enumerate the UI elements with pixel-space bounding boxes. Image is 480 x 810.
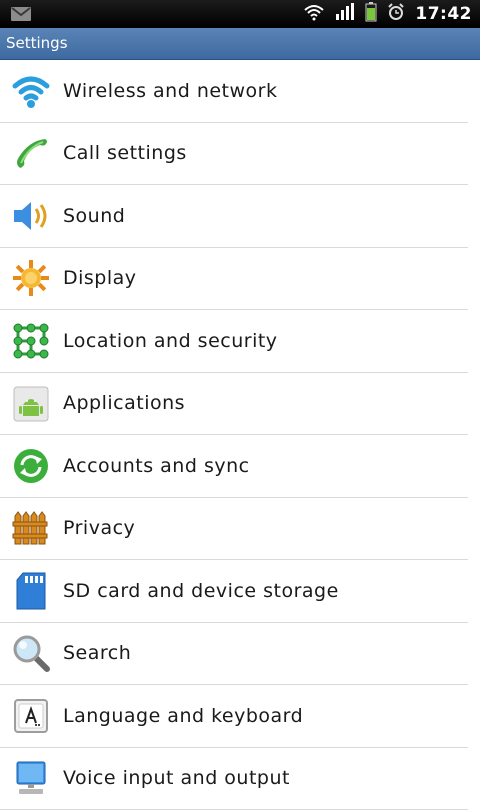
magnifier-icon [10,632,52,674]
settings-item-sound[interactable]: Sound [0,185,468,248]
settings-item-voice-input-and-output[interactable]: Voice input and output [0,748,468,810]
settings-item-location-and-security[interactable]: Location and security [0,310,468,373]
settings-item-privacy[interactable]: Privacy [0,498,468,561]
sd-card-icon [10,570,52,612]
scroll-track [468,60,480,800]
settings-item-label: Applications [63,392,185,414]
settings-list: Wireless and network Call settings Sound [0,60,468,810]
phone-icon [10,132,52,174]
android-icon [10,382,52,424]
battery-icon [365,2,377,26]
settings-item-accounts-and-sync[interactable]: Accounts and sync [0,435,468,498]
settings-item-applications[interactable]: Applications [0,373,468,436]
settings-item-label: Accounts and sync [63,455,250,477]
settings-item-label: Call settings [63,142,187,164]
settings-item-sd-card-and-device-storage[interactable]: SD card and device storage [0,560,468,623]
settings-item-label: Privacy [63,517,135,539]
settings-item-wireless-and-network[interactable]: Wireless and network [0,60,468,123]
location-grid-icon [10,320,52,362]
settings-item-search[interactable]: Search [0,623,468,686]
settings-item-label: Language and keyboard [63,705,303,727]
settings-item-display[interactable]: Display [0,248,468,311]
settings-item-label: Sound [63,205,125,227]
settings-item-label: Voice input and output [63,767,290,789]
status-time: 17:42 [415,4,472,24]
signal-icon [335,3,355,25]
settings-item-label: Location and security [63,330,278,352]
alarm-icon [387,3,405,25]
status-bar: 17:42 [0,0,480,28]
fence-icon [10,507,52,549]
gmail-notification-icon [10,6,32,26]
settings-item-call-settings[interactable]: Call settings [0,123,468,186]
display-sun-icon [10,257,52,299]
settings-item-label: Wireless and network [63,80,277,102]
monitor-icon [10,757,52,799]
settings-item-label: Search [63,642,131,664]
page-title: Settings [6,34,68,52]
title-bar: Settings [0,28,480,60]
sync-icon [10,445,52,487]
wifi-icon [10,70,52,112]
settings-item-language-and-keyboard[interactable]: Language and keyboard [0,685,468,748]
keyboard-key-icon [10,695,52,737]
wifi-icon [303,3,325,25]
settings-item-label: Display [63,267,137,289]
settings-item-label: SD card and device storage [63,580,339,602]
speaker-icon [10,195,52,237]
